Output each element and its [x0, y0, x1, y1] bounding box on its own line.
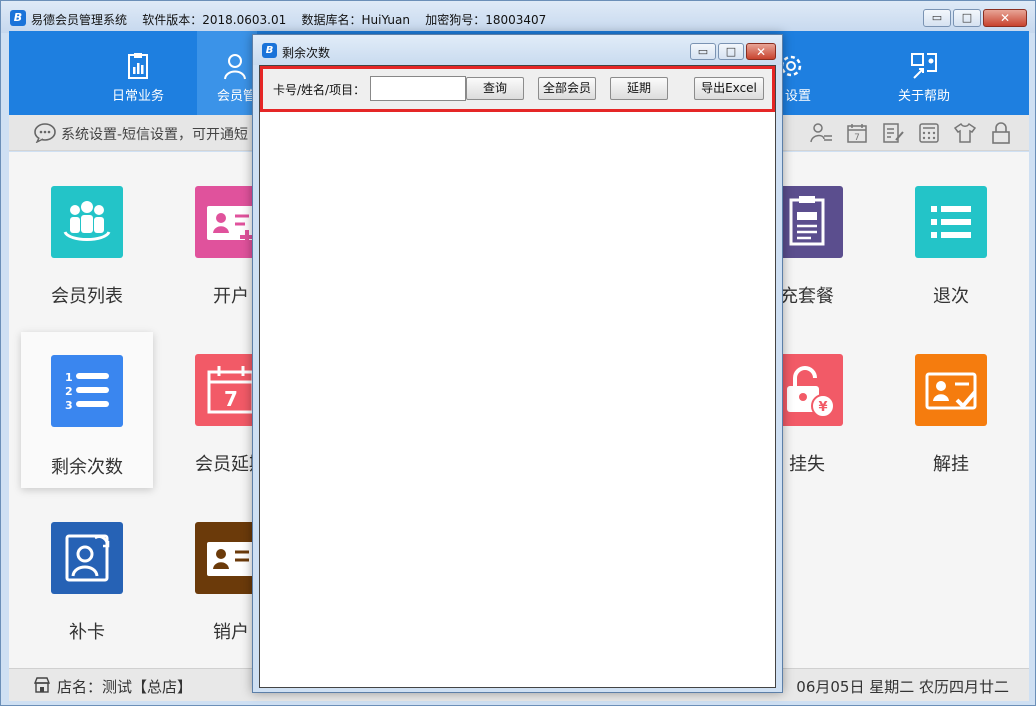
help-icon	[911, 53, 937, 79]
list-icon	[915, 186, 987, 258]
svg-text:2: 2	[65, 385, 73, 398]
minimize-button[interactable]: ▭	[923, 9, 951, 27]
export-excel-button[interactable]: 导出Excel	[694, 77, 764, 100]
clipboard-chart-icon	[128, 53, 148, 79]
dialog-minimize-button[interactable]: ▭	[690, 43, 716, 60]
query-button[interactable]: 查询	[466, 77, 524, 100]
tile-unfreeze[interactable]: 解挂	[885, 320, 1017, 476]
nav-label: 设置	[785, 89, 812, 104]
edit-record-button[interactable]	[875, 121, 911, 145]
tile-label: 会员列表	[51, 286, 123, 307]
reissue-card-icon	[51, 522, 123, 594]
nav-label: 日常业务	[111, 89, 164, 104]
shop-icon	[33, 677, 51, 693]
window-title: 易德会员管理系统 软件版本：2018.0603.01 数据库名：HuiYuan …	[31, 13, 547, 27]
dialog-close-button[interactable]: ✕	[746, 43, 776, 60]
svg-text:¥: ¥	[818, 400, 827, 415]
app-logo-icon: B	[10, 10, 26, 26]
gear-icon	[780, 55, 802, 77]
shop-name: 店名：测试【总店】	[57, 678, 193, 696]
dialog-body: 卡号/姓名/项目： 查询 全部会员 延期 导出Excel	[259, 65, 776, 688]
member-swap-button[interactable]	[803, 121, 839, 145]
calendar-icon: 7	[847, 124, 867, 143]
dialog-logo-icon: B	[262, 43, 277, 58]
remaining-times-dialog: B 剩余次数 ▭ □ ✕ 卡号/姓名/项目： 查询 全部会员 延期 导出Exce…	[252, 34, 783, 693]
tile-reissue-card[interactable]: 补卡	[21, 488, 153, 644]
all-members-button[interactable]: 全部会员	[538, 77, 596, 100]
tile-member-list[interactable]: 会员列表	[21, 152, 153, 308]
nav-label: 关于帮助	[897, 89, 950, 104]
search-bar: 卡号/姓名/项目： 查询 全部会员 延期 导出Excel	[260, 66, 775, 112]
tile-label: 补卡	[69, 622, 105, 643]
lock-button[interactable]	[983, 121, 1019, 145]
calendar-button[interactable]: 7	[839, 121, 875, 145]
date-display: 06月05日 星期二 农历四月廿二	[796, 678, 1009, 696]
minimize-icon: ▭	[931, 11, 943, 24]
close-icon: ✕	[755, 45, 767, 59]
window-controls: ▭ □ ✕	[921, 9, 1027, 27]
status-message: 系统设置-短信设置，可开通短	[61, 127, 249, 143]
calculator-button[interactable]	[911, 121, 947, 145]
main-titlebar[interactable]: B 易德会员管理系统 软件版本：2018.0603.01 数据库名：HuiYua…	[1, 1, 1035, 33]
shirt-icon	[953, 122, 977, 143]
search-label: 卡号/姓名/项目：	[273, 83, 366, 97]
nav-item-help[interactable]: 关于帮助	[859, 31, 989, 115]
chat-bubble-icon	[34, 123, 56, 143]
dialog-window-controls: ▭ □ ✕	[688, 43, 776, 60]
maximize-button[interactable]: □	[953, 9, 981, 27]
dialog-title: 剩余次数	[282, 46, 331, 60]
nav-item-member[interactable]: 会员管	[197, 31, 257, 115]
svg-text:1: 1	[65, 371, 73, 384]
tile-label: 剩余次数	[51, 457, 123, 478]
svg-text:3: 3	[65, 399, 73, 412]
svg-text:7: 7	[854, 133, 860, 143]
clothing-button[interactable]	[947, 121, 983, 145]
dialog-titlebar[interactable]: B 剩余次数 ▭ □ ✕	[253, 35, 782, 65]
nav-item-settings[interactable]: 设置	[779, 31, 839, 115]
dialog-maximize-button[interactable]: □	[718, 43, 744, 60]
search-input[interactable]	[370, 76, 466, 101]
maximize-icon: □	[961, 11, 973, 24]
close-icon: ✕	[999, 11, 1011, 25]
tile-label: 解挂	[933, 454, 969, 475]
tile-refund-times[interactable]: 退次	[885, 152, 1017, 308]
edit-icon	[883, 123, 904, 143]
tile-remaining-times[interactable]: 1 2 3 剩余次数	[21, 332, 153, 488]
results-grid[interactable]	[260, 112, 775, 687]
svg-text:7: 7	[224, 387, 238, 411]
numbered-list-icon: 1 2 3	[51, 355, 123, 427]
lock-icon	[992, 122, 1010, 144]
toolbar-icons: 7	[803, 121, 1019, 145]
extend-button[interactable]: 延期	[610, 77, 668, 100]
close-button[interactable]: ✕	[983, 9, 1027, 27]
maximize-icon: □	[725, 45, 737, 58]
calculator-icon	[919, 123, 939, 143]
tile-label: 退次	[933, 286, 969, 307]
minimize-icon: ▭	[697, 45, 709, 58]
card-check-icon	[915, 354, 987, 426]
member-group-icon	[51, 186, 123, 258]
nav-label: 会员管	[217, 89, 257, 104]
nav-item-daily-business[interactable]: 日常业务	[73, 31, 203, 115]
member-icon	[224, 54, 246, 80]
member-swap-icon	[810, 123, 832, 143]
